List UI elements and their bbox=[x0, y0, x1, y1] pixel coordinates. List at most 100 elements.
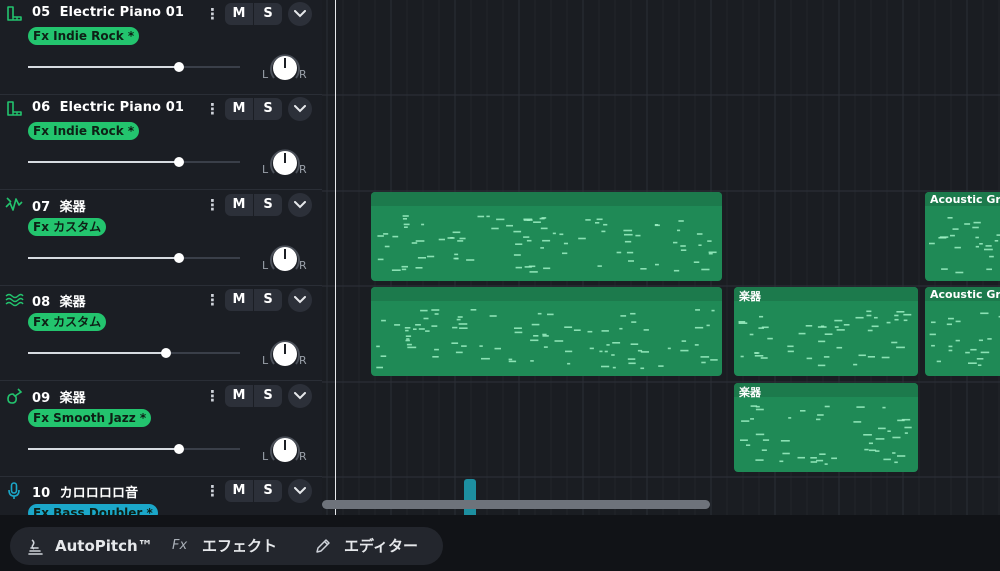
track-menu-icon[interactable]: ⋮ bbox=[205, 195, 220, 215]
arrangement-timeline[interactable]: Acoustic Gra 楽器 Acoustic Gra 楽器 bbox=[322, 0, 1000, 515]
midi-clip[interactable]: Acoustic Gra bbox=[925, 192, 1000, 281]
pan-right-label: R bbox=[299, 450, 307, 463]
volume-thumb[interactable] bbox=[173, 62, 184, 72]
fx-preset-badge[interactable]: Fx カスタム bbox=[28, 218, 107, 236]
horizontal-scrollbar[interactable] bbox=[322, 500, 710, 509]
track-name[interactable]: 07 楽器 bbox=[32, 196, 86, 215]
track-name[interactable]: 08 楽器 bbox=[32, 291, 86, 310]
mute-button[interactable]: M bbox=[225, 194, 253, 216]
wave-icon bbox=[4, 290, 24, 310]
playhead[interactable] bbox=[335, 0, 336, 515]
midi-clip[interactable] bbox=[371, 287, 722, 376]
mute-button[interactable]: M bbox=[225, 3, 253, 25]
fx-preset-badge[interactable]: Fx Bass Doubler * bbox=[28, 504, 158, 515]
tool-pill: AutoPitch™ Fx エフェクト エディター bbox=[10, 527, 443, 565]
track-title: Electric Piano 01 bbox=[59, 5, 184, 20]
pan-knob[interactable] bbox=[268, 146, 302, 180]
solo-button[interactable]: S bbox=[254, 289, 282, 311]
pan-knob[interactable] bbox=[268, 433, 302, 467]
effects-button[interactable]: Fx エフェクト bbox=[172, 527, 302, 565]
track-header[interactable]: 05 Electric Piano 01 ⋮ M S Fx Indie Rock * L R bbox=[0, 0, 322, 95]
clip-label: Acoustic Gra bbox=[930, 193, 1000, 206]
fx-preset-badge[interactable]: Fx Smooth Jazz * bbox=[28, 409, 152, 427]
pan-left-label: L bbox=[262, 354, 269, 367]
mute-button[interactable]: M bbox=[225, 289, 253, 311]
pan-left-label: L bbox=[262, 259, 269, 272]
midi-clip[interactable]: 楽器 bbox=[734, 383, 918, 472]
volume-fill bbox=[28, 448, 179, 450]
track-name[interactable]: 05 Electric Piano 01 bbox=[32, 5, 184, 20]
clip-note-preview bbox=[738, 310, 912, 367]
pan-right-label: R bbox=[299, 259, 307, 272]
solo-button[interactable]: S bbox=[254, 3, 282, 25]
track-number: 07 bbox=[32, 200, 51, 215]
expand-button[interactable] bbox=[288, 193, 312, 217]
track-menu-icon[interactable]: ⋮ bbox=[205, 386, 220, 406]
track-name[interactable]: 10 カロロロロ音 bbox=[32, 482, 138, 501]
pan-knob[interactable] bbox=[268, 51, 302, 85]
pan-right-label: R bbox=[299, 163, 307, 176]
piano-icon bbox=[4, 4, 24, 24]
clip-note-preview bbox=[929, 312, 1000, 366]
solo-button[interactable]: S bbox=[254, 98, 282, 120]
track-menu-icon[interactable]: ⋮ bbox=[205, 290, 220, 310]
solo-button[interactable]: S bbox=[254, 194, 282, 216]
track-header[interactable]: 09 楽器 ⋮ M S Fx Smooth Jazz * L R bbox=[0, 382, 322, 477]
expand-button[interactable] bbox=[288, 2, 312, 26]
volume-slider[interactable] bbox=[28, 157, 240, 167]
pan-knob[interactable] bbox=[268, 242, 302, 276]
editor-button[interactable]: エディター bbox=[314, 527, 439, 565]
track-name[interactable]: 06 Electric Piano 01 bbox=[32, 100, 184, 115]
volume-thumb[interactable] bbox=[173, 444, 184, 454]
volume-slider[interactable] bbox=[28, 444, 240, 454]
solo-button[interactable]: S bbox=[254, 385, 282, 407]
pan-right-label: R bbox=[299, 354, 307, 367]
clip-note-preview bbox=[740, 405, 912, 465]
volume-fill bbox=[28, 66, 179, 68]
expand-button[interactable] bbox=[288, 97, 312, 121]
mute-button[interactable]: M bbox=[225, 480, 253, 502]
pan-left-label: L bbox=[262, 68, 269, 81]
solo-button[interactable]: S bbox=[254, 480, 282, 502]
track-header[interactable]: 08 楽器 ⋮ M S Fx カスタム L R bbox=[0, 286, 322, 381]
clip-header: Acoustic Gra bbox=[925, 192, 1000, 206]
track-menu-icon[interactable]: ⋮ bbox=[205, 481, 220, 501]
track-menu-icon[interactable]: ⋮ bbox=[205, 4, 220, 24]
autopitch-icon bbox=[28, 539, 43, 555]
midi-clip[interactable]: Acoustic Gra bbox=[925, 287, 1000, 376]
guitar-icon bbox=[4, 386, 24, 406]
expand-button[interactable] bbox=[288, 479, 312, 503]
track-menu-icon[interactable]: ⋮ bbox=[205, 99, 220, 119]
expand-button[interactable] bbox=[288, 384, 312, 408]
volume-thumb[interactable] bbox=[173, 157, 184, 167]
autopitch-button[interactable]: AutoPitch™ bbox=[24, 527, 154, 565]
clip-header bbox=[371, 287, 722, 301]
daw-window: Acoustic Gra 楽器 Acoustic Gra 楽器 05 Electric… bbox=[0, 0, 1000, 571]
volume-slider[interactable] bbox=[28, 348, 240, 358]
expand-button[interactable] bbox=[288, 288, 312, 312]
mute-button[interactable]: M bbox=[225, 385, 253, 407]
track-header[interactable]: 07 楽器 ⋮ M S Fx カスタム L R bbox=[0, 191, 322, 286]
fx-preset-badge[interactable]: Fx Indie Rock * bbox=[28, 122, 140, 140]
loop-marker[interactable] bbox=[464, 479, 476, 515]
volume-fill bbox=[28, 161, 179, 163]
clip-header: 楽器 bbox=[734, 287, 918, 303]
volume-fill bbox=[28, 257, 179, 259]
volume-slider[interactable] bbox=[28, 253, 240, 263]
autopitch-label: AutoPitch™ bbox=[55, 537, 153, 555]
volume-thumb[interactable] bbox=[160, 348, 171, 358]
track-header[interactable]: 10 カロロロロ音⋮MSFx Bass Doubler *LR bbox=[0, 477, 322, 515]
volume-thumb[interactable] bbox=[173, 253, 184, 263]
midi-clip[interactable] bbox=[371, 192, 722, 281]
fx-preset-badge[interactable]: Fx カスタム bbox=[28, 313, 107, 331]
track-number: 05 bbox=[32, 5, 51, 20]
pan-knob[interactable] bbox=[268, 337, 302, 371]
midi-clip[interactable]: 楽器 bbox=[734, 287, 918, 376]
track-header[interactable]: 06 Electric Piano 01 ⋮ M S Fx Indie Rock * L R bbox=[0, 95, 322, 190]
track-name[interactable]: 09 楽器 bbox=[32, 387, 86, 406]
volume-slider[interactable] bbox=[28, 62, 240, 72]
chevron-down-icon bbox=[294, 296, 306, 304]
bottom-toolbar: AutoPitch™ Fx エフェクト エディター bbox=[0, 515, 1000, 571]
fx-preset-badge[interactable]: Fx Indie Rock * bbox=[28, 27, 140, 45]
mute-button[interactable]: M bbox=[225, 98, 253, 120]
